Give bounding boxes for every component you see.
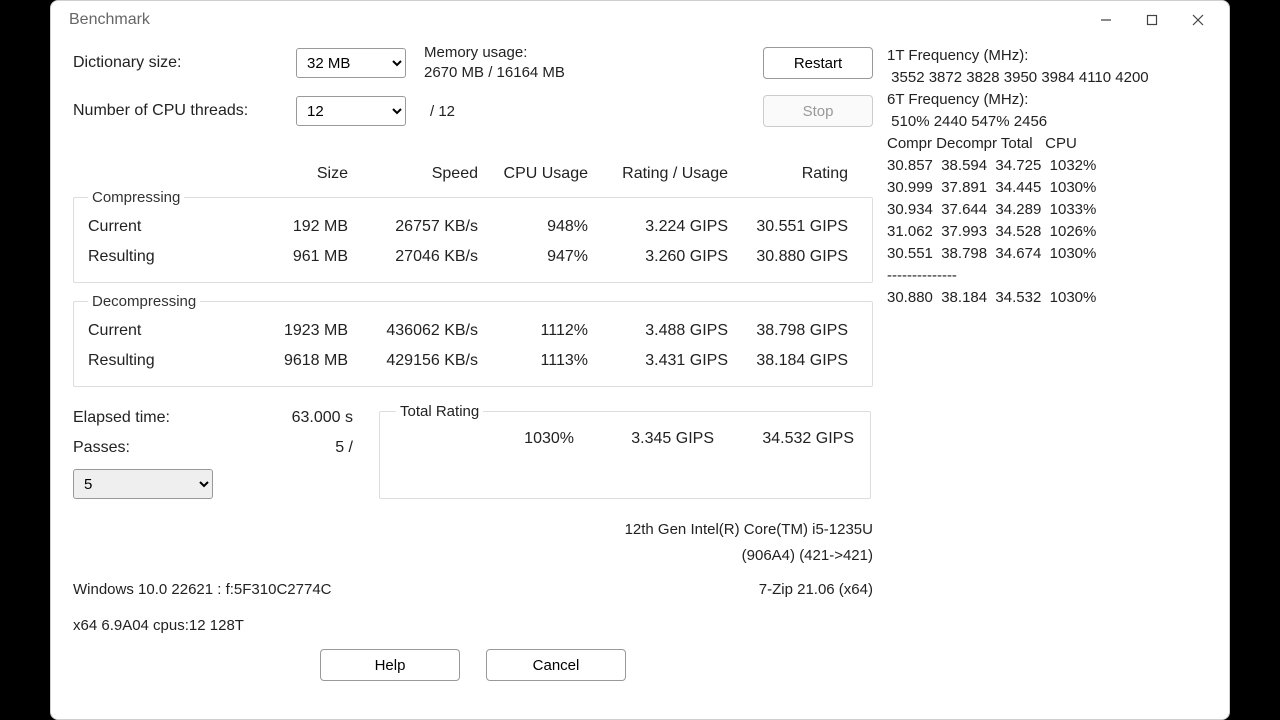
- maximize-button[interactable]: [1129, 1, 1175, 39]
- decompressing-group: Decompressing Current 1923 MB 436062 KB/…: [73, 293, 873, 387]
- minimize-button[interactable]: [1083, 1, 1129, 39]
- passes-select[interactable]: 5: [73, 469, 213, 499]
- titlebar: Benchmark: [51, 1, 1229, 39]
- table-row: Current 1923 MB 436062 KB/s 1112% 3.488 …: [88, 316, 862, 346]
- table-row: Current 192 MB 26757 KB/s 948% 3.224 GIP…: [88, 212, 862, 242]
- memory-usage: Memory usage: 2670 MB / 16164 MB: [424, 43, 755, 83]
- window-title: Benchmark: [69, 11, 150, 29]
- help-button[interactable]: Help: [320, 649, 460, 681]
- table-header: Size Speed CPU Usage Rating / Usage Rati…: [73, 153, 873, 183]
- table-row: Resulting 9618 MB 429156 KB/s 1113% 3.43…: [88, 346, 862, 376]
- elapsed-label: Elapsed time:: [73, 409, 170, 427]
- app-version: 7-Zip 21.06 (x64): [759, 577, 873, 603]
- table-row: Resulting 961 MB 27046 KB/s 947% 3.260 G…: [88, 242, 862, 272]
- passes-value: 5 /: [335, 439, 353, 457]
- build-info: x64 6.9A04 cpus:12 128T: [73, 613, 873, 639]
- restart-button[interactable]: Restart: [763, 47, 873, 79]
- stop-button[interactable]: Stop: [763, 95, 873, 127]
- log-panel: 1T Frequency (MHz): 3552 3872 3828 3950 …: [887, 39, 1207, 681]
- passes-label: Passes:: [73, 439, 130, 457]
- close-button[interactable]: [1175, 1, 1221, 39]
- compressing-group: Compressing Current 192 MB 26757 KB/s 94…: [73, 189, 873, 283]
- os-info: Windows 10.0 22621 : f:5F310C2774C: [73, 577, 332, 603]
- cpu-threads-label: Number of CPU threads:: [73, 102, 288, 120]
- elapsed-value: 63.000 s: [292, 409, 353, 427]
- cancel-button[interactable]: Cancel: [486, 649, 626, 681]
- dictionary-size-select[interactable]: 32 MB: [296, 48, 406, 78]
- total-rating-group: Total Rating 1030% 3.345 GIPS 34.532 GIP…: [379, 403, 871, 499]
- cpu-threads-max: / 12: [424, 103, 755, 120]
- cpu-info: 12th Gen Intel(R) Core(TM) i5-1235U(906A…: [625, 517, 873, 569]
- benchmark-window: Benchmark Dictionary size: 32 MB Memory …: [50, 0, 1230, 720]
- cpu-threads-select[interactable]: 12: [296, 96, 406, 126]
- dictionary-size-label: Dictionary size:: [73, 54, 288, 72]
